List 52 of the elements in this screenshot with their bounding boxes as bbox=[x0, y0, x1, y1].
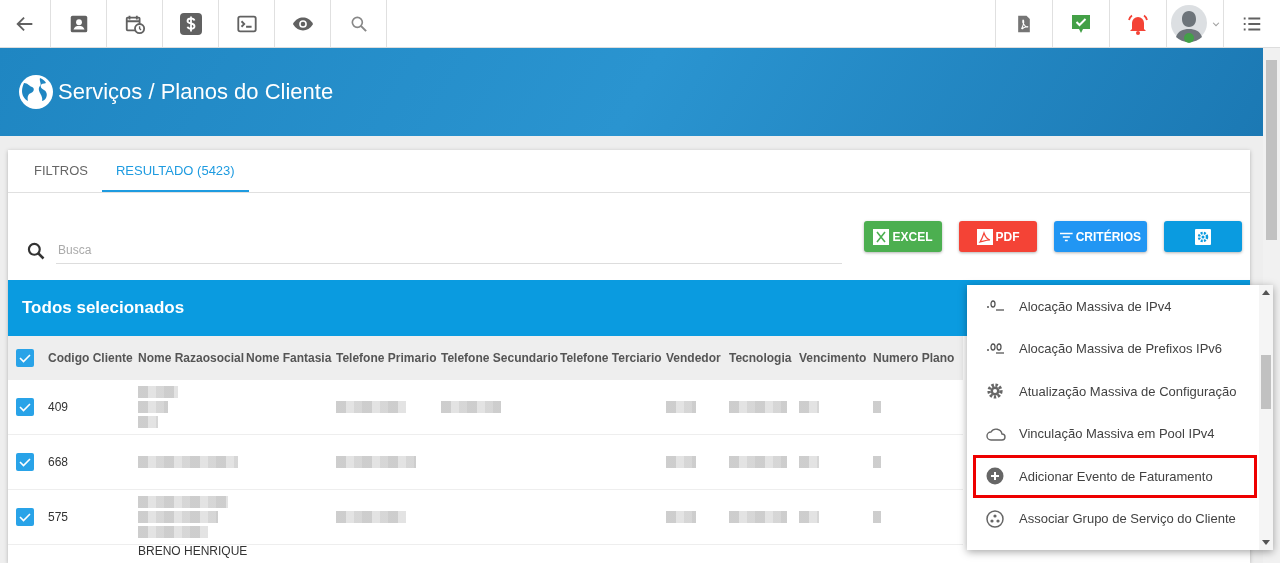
dollar-icon[interactable] bbox=[178, 11, 203, 36]
check-icon bbox=[18, 510, 32, 524]
blurred-text bbox=[336, 511, 406, 523]
add-circle-icon bbox=[986, 467, 1004, 486]
selection-title: Todos selecionados bbox=[22, 298, 185, 318]
table-cell: 409 bbox=[48, 400, 69, 414]
blurred-text bbox=[666, 456, 696, 468]
menu-scroll-thumb[interactable] bbox=[1261, 355, 1271, 409]
page-title: Serviços / Planos do Cliente bbox=[58, 79, 334, 105]
gear-icon bbox=[986, 382, 1004, 401]
table-cell: 575 bbox=[48, 510, 69, 524]
blurred-text bbox=[729, 511, 787, 523]
settings-button[interactable] bbox=[1164, 221, 1242, 252]
blurred-text bbox=[729, 401, 787, 413]
blurred-text bbox=[799, 511, 819, 523]
blurred-text bbox=[799, 456, 819, 468]
blurred-text bbox=[441, 401, 501, 413]
pdf-icon bbox=[976, 228, 993, 245]
blurred-text bbox=[666, 511, 696, 523]
checkbox[interactable] bbox=[16, 398, 34, 416]
spreadsheet-icon bbox=[873, 228, 890, 245]
table-cell: 668 bbox=[48, 455, 69, 469]
checkbox[interactable] bbox=[16, 349, 34, 367]
blurred-text bbox=[336, 401, 406, 413]
blurred-text bbox=[873, 401, 881, 413]
scroll-up-icon[interactable] bbox=[1262, 289, 1270, 295]
table-cell: BRENO HENRIQUE bbox=[138, 545, 248, 558]
group-circle-icon bbox=[986, 509, 1004, 528]
page-scrollbar-thumb[interactable] bbox=[1266, 60, 1277, 240]
search-icon bbox=[26, 240, 46, 261]
pdf-button[interactable]: PDF bbox=[959, 221, 1037, 252]
check-icon bbox=[18, 455, 32, 469]
blurred-text bbox=[799, 401, 819, 413]
globe-icon bbox=[18, 74, 54, 110]
check-icon bbox=[18, 400, 32, 414]
blurred-text bbox=[138, 386, 178, 428]
tab[interactable]: FILTROS bbox=[20, 150, 102, 192]
checkbox[interactable] bbox=[16, 453, 34, 471]
ip-prefix-icon bbox=[986, 341, 1006, 356]
cloud-icon bbox=[986, 426, 1006, 441]
checkbox[interactable] bbox=[16, 508, 34, 526]
settings-icon bbox=[1195, 228, 1211, 245]
blurred-text bbox=[666, 401, 696, 413]
blurred-text bbox=[873, 456, 881, 468]
menu-scrollbar[interactable] bbox=[1259, 285, 1273, 550]
user-avatar-icon[interactable] bbox=[1169, 3, 1210, 44]
check-icon bbox=[18, 351, 32, 365]
blurred-text bbox=[873, 511, 881, 523]
blurred-text bbox=[729, 456, 787, 468]
ip-address-icon bbox=[986, 299, 1006, 314]
menu-item[interactable]: Adicionar Evento de Faturamento bbox=[973, 455, 1257, 498]
scroll-down-icon[interactable] bbox=[1262, 540, 1270, 546]
